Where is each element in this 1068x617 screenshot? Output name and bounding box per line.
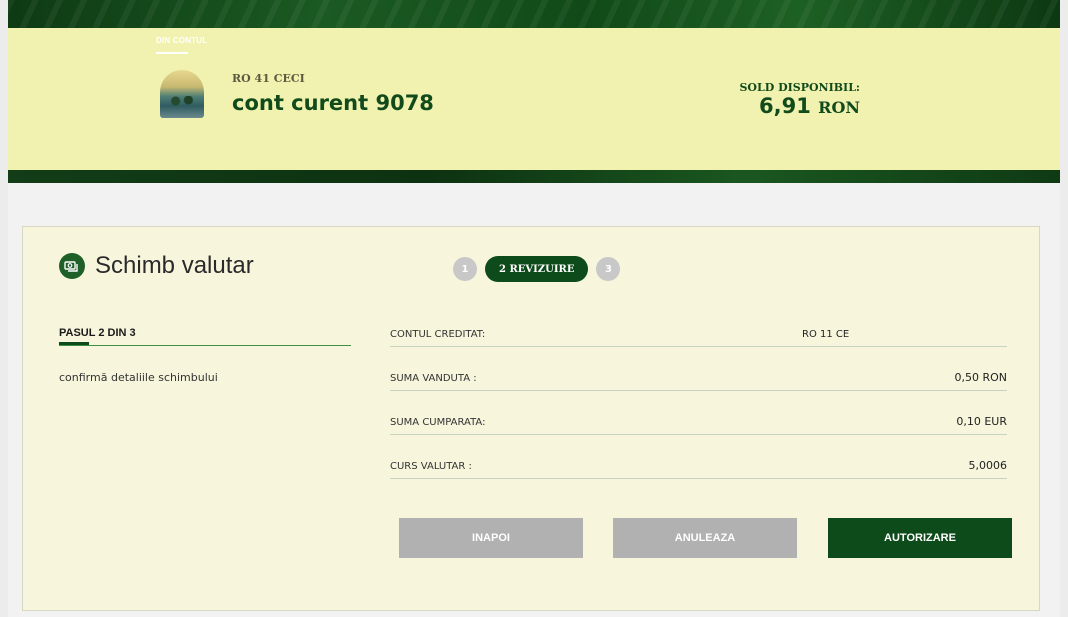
stepper: 1 2 REVIZUIRE 3: [453, 256, 621, 282]
detail-label: CONTUL CREDITAT:: [390, 329, 486, 340]
currency-exchange-icon: [59, 253, 85, 279]
detail-row-exchange-rate: CURS VALUTAR : 5,0006: [390, 435, 1007, 479]
step-divider-accent: [59, 342, 89, 345]
balance-currency: RON: [818, 98, 860, 117]
detail-label: CURS VALUTAR :: [390, 461, 472, 472]
cancel-button[interactable]: ANULEAZA: [613, 518, 797, 558]
from-account-underline: [156, 52, 188, 54]
step-description: confirmă detaliile schimbului: [59, 371, 218, 384]
back-button[interactable]: INAPOI: [399, 518, 583, 558]
detail-row-credited-account: CONTUL CREDITAT: RO 11 CE: [390, 317, 1007, 347]
detail-row-amount-bought: SUMA CUMPARATA: 0,10 EUR: [390, 391, 1007, 435]
step-divider: [59, 345, 351, 346]
step-1: 1: [453, 257, 477, 281]
account-iban: RO 41 CECI: [232, 72, 305, 85]
exchange-details: CONTUL CREDITAT: RO 11 CE SUMA VANDUTA :…: [390, 317, 1007, 479]
header-banner-top: [8, 0, 1060, 28]
detail-value: 5,0006: [968, 459, 1008, 472]
from-account-label: DIN CONTUL: [156, 36, 208, 45]
detail-row-amount-sold: SUMA VANDUTA : 0,50 RON: [390, 347, 1007, 391]
page-title: Schimb valutar: [95, 252, 254, 279]
step-2-active: 2 REVIZUIRE: [485, 256, 589, 282]
account-avatar: [160, 70, 204, 118]
header-banner-bottom: [8, 170, 1060, 183]
detail-value: RO 11 CE: [802, 329, 850, 340]
detail-value: 0,10 EUR: [956, 415, 1007, 428]
account-name: cont curent 9078: [232, 91, 434, 115]
step-progress-label: PASUL 2 DIN 3: [59, 327, 136, 339]
detail-label: SUMA VANDUTA :: [390, 373, 477, 384]
detail-label: SUMA CUMPARATA:: [390, 417, 486, 428]
step-3: 3: [596, 257, 621, 281]
balance-value: 6,91 RON: [759, 94, 860, 118]
balance-amount: 6,91: [759, 94, 811, 118]
balance-label: SOLD DISPONIBIL:: [739, 81, 860, 94]
authorize-button[interactable]: AUTORIZARE: [828, 518, 1012, 558]
detail-value: 0,50 RON: [954, 371, 1007, 384]
exchange-card: Schimb valutar 1 2 REVIZUIRE 3 PASUL 2 D…: [22, 226, 1040, 611]
